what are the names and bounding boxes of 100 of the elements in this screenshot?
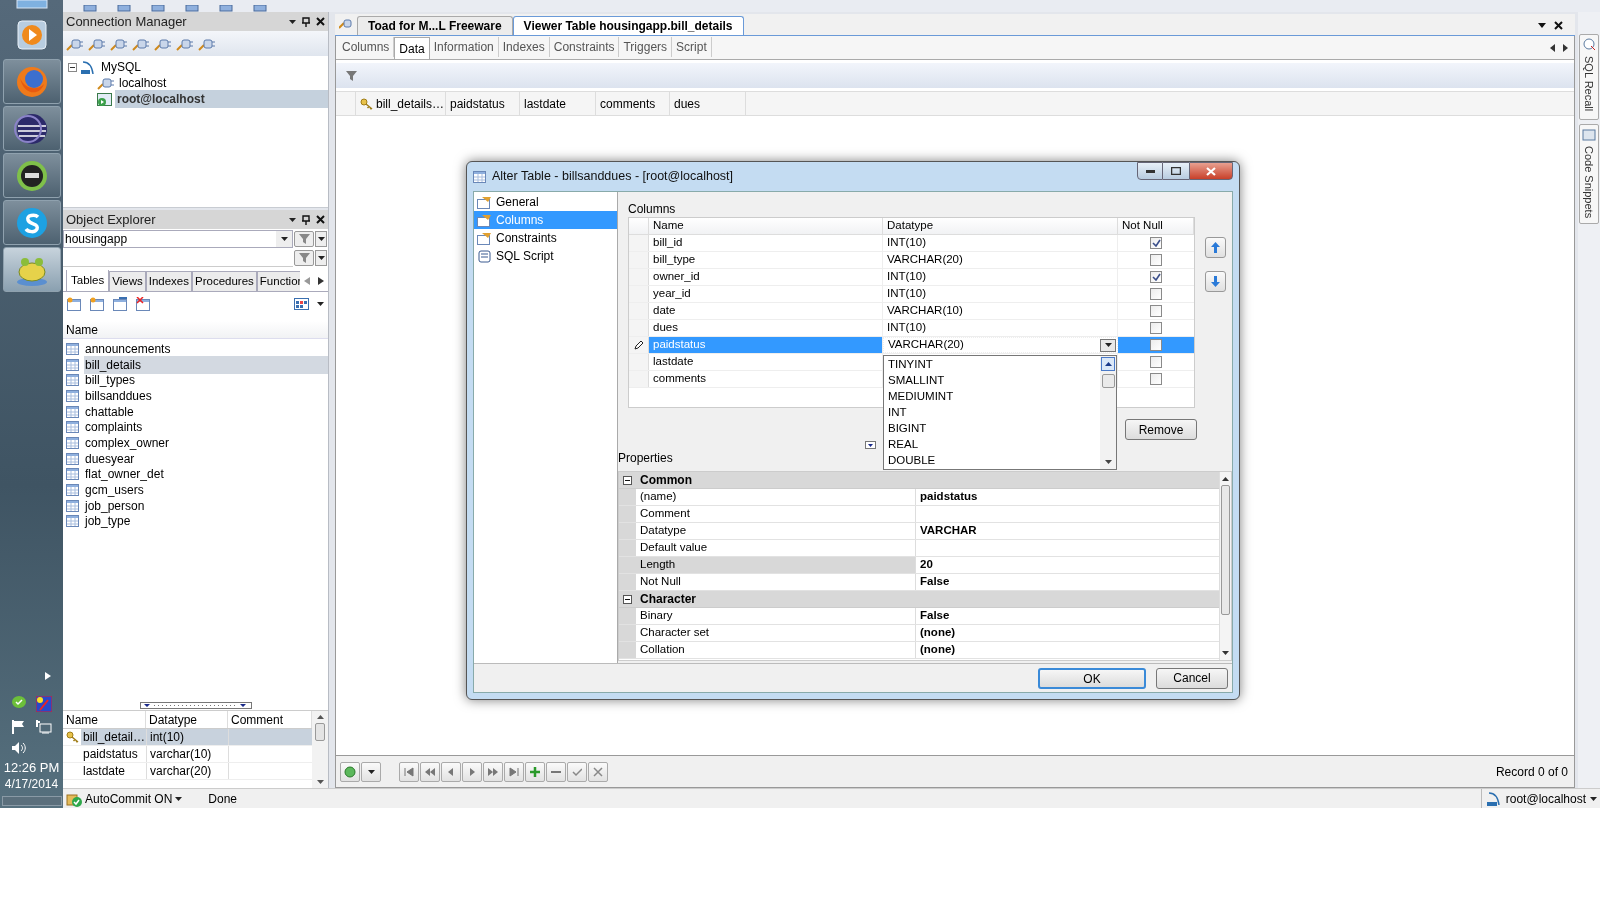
property-name[interactable]: Binary [636, 608, 916, 624]
schema-dropdown[interactable]: housingapp [63, 229, 293, 248]
property-value[interactable]: 20 [916, 557, 1219, 573]
nav-item[interactable]: SQL Script [474, 247, 617, 265]
table-cell: year_id [649, 286, 883, 302]
tree-item[interactable]: localhost [117, 74, 328, 92]
table-cell: INT(10) [883, 320, 1118, 336]
dropdown-option[interactable]: BIGINT [888, 420, 1100, 436]
tree-item[interactable]: root@localhost [115, 90, 328, 108]
grid-row[interactable]: date VARCHAR(10) [629, 303, 1194, 320]
tab[interactable]: Constraints [549, 37, 620, 57]
remove-button[interactable]: Remove [1125, 419, 1197, 440]
property-value[interactable]: False [916, 574, 1219, 590]
table-cell: bill_type [649, 252, 883, 268]
section-label: Properties [618, 450, 673, 467]
grid-row[interactable]: paidstatus varchar(10) [63, 746, 312, 763]
record-count: Record 0 of 0 [1495, 763, 1568, 781]
datatype-dropdown[interactable]: VARCHAR(20) [883, 337, 1118, 353]
table-cell: bill_id [649, 235, 883, 251]
column-header: Name [649, 218, 883, 234]
table-cell: INT(10) [883, 235, 1118, 251]
property-name[interactable]: Length [636, 557, 916, 573]
section-label: Columns [627, 201, 677, 214]
property-name[interactable]: Datatype [636, 523, 916, 539]
tab[interactable]: Triggers [619, 37, 673, 57]
dropdown-option[interactable]: TINYINT [888, 356, 1100, 372]
property-name[interactable]: Collation [636, 642, 916, 658]
tab[interactable]: Tables [66, 270, 110, 291]
tab[interactable]: Script [672, 37, 712, 57]
clock-time[interactable]: 12:26 PM [3, 760, 60, 776]
tab[interactable]: Data [394, 37, 430, 59]
table-cell: varchar(10) [146, 746, 228, 762]
grid-row[interactable]: bill_type VARCHAR(20) [629, 252, 1194, 269]
tree-item[interactable]: MySQL [99, 58, 143, 76]
tab[interactable]: Views [109, 271, 146, 291]
side-tab[interactable]: Code Snippets [1579, 124, 1599, 224]
grid-row[interactable]: bill_detail… int(10) [63, 729, 312, 746]
table-item[interactable]: duesyear [84, 449, 328, 468]
table-item[interactable]: flat_owner_det [84, 465, 328, 484]
grid-row[interactable]: bill_id INT(10) [629, 235, 1194, 252]
dropdown-option[interactable]: SMALLINT [888, 372, 1100, 388]
property-name[interactable]: (name) [636, 489, 916, 505]
property-name[interactable]: Character set [636, 625, 916, 641]
grid-row[interactable]: owner_id INT(10) [629, 269, 1194, 286]
status-text: Done [208, 790, 238, 808]
column-header[interactable]: lastdate [524, 94, 567, 113]
tab[interactable]: Indexes [145, 271, 192, 291]
grid-row[interactable]: year_id INT(10) [629, 286, 1194, 303]
clock-date[interactable]: 4/17/2014 [4, 776, 59, 792]
dialog-button[interactable]: OK [1038, 667, 1146, 689]
column-header: Datatype [883, 218, 1118, 234]
autocommit-button[interactable]: AutoCommit ON [66, 789, 183, 808]
table-cell: date [649, 303, 883, 319]
table-item[interactable]: bill_details [84, 355, 328, 374]
property-value[interactable]: VARCHAR [916, 523, 1219, 539]
grid-row[interactable]: paidstatus VARCHAR(20) [629, 337, 1194, 354]
property-value[interactable]: False [916, 608, 1219, 624]
side-tab[interactable]: SQL Recall [1579, 34, 1599, 120]
column-header: Not Null [1118, 218, 1194, 234]
property-value[interactable]: (none) [916, 642, 1219, 658]
dropdown-option[interactable]: MEDIUMINT [888, 388, 1100, 404]
table-cell: varchar(20) [146, 763, 228, 779]
table-cell: VARCHAR(20) [883, 252, 1118, 268]
property-value[interactable]: (none) [916, 625, 1219, 641]
column-header: Name [63, 711, 146, 728]
column-header[interactable]: paidstatus [450, 94, 505, 113]
tab[interactable]: Information [429, 37, 499, 57]
document-tab[interactable]: Toad for M...L Freeware [357, 16, 513, 35]
tab[interactable]: Procedures [192, 271, 257, 291]
nav-item[interactable]: Constraints [474, 229, 617, 247]
table-cell: VARCHAR(10) [883, 303, 1118, 319]
property-value[interactable]: paidstatus [916, 489, 1219, 505]
table-cell: INT(10) [883, 269, 1118, 285]
dropdown-option[interactable]: DOUBLE [888, 452, 1100, 468]
column-header: Datatype [146, 711, 228, 728]
property-name[interactable]: Comment [636, 506, 916, 522]
group-header: Common [639, 472, 692, 489]
document-tab[interactable]: Viewer Table housingapp.bill_details [512, 16, 744, 35]
property-name[interactable]: Not Null [636, 574, 916, 590]
grid-row[interactable]: lastdate varchar(20) [63, 763, 312, 780]
column-header[interactable]: comments [600, 94, 656, 113]
table-cell: owner_id [649, 269, 883, 285]
pane-title: Connection Manager [66, 12, 188, 31]
dropdown-option[interactable]: INT [888, 404, 1100, 420]
table-item[interactable]: announcements [84, 339, 328, 358]
column-header[interactable]: dues [674, 94, 701, 113]
tab[interactable]: Indexes [498, 37, 550, 57]
property-name[interactable]: Default value [636, 540, 916, 556]
dropdown-option[interactable]: REAL [888, 436, 1100, 452]
dialog-button[interactable]: Cancel [1156, 667, 1228, 689]
table-cell-text: bill_detail… [82, 729, 146, 745]
column-header[interactable]: bill_details… [376, 94, 445, 113]
table-cell: INT(10) [883, 286, 1118, 302]
pane-title: Object Explorer [66, 210, 157, 229]
table-cell: dues [649, 320, 883, 336]
table-item[interactable]: job_type [84, 512, 328, 531]
table-cell-text: lastdate [82, 763, 127, 779]
connection-selector[interactable]: root@localhost [1480, 789, 1600, 808]
nav-item[interactable]: General [474, 193, 617, 211]
table-item[interactable]: chattable [84, 402, 328, 421]
